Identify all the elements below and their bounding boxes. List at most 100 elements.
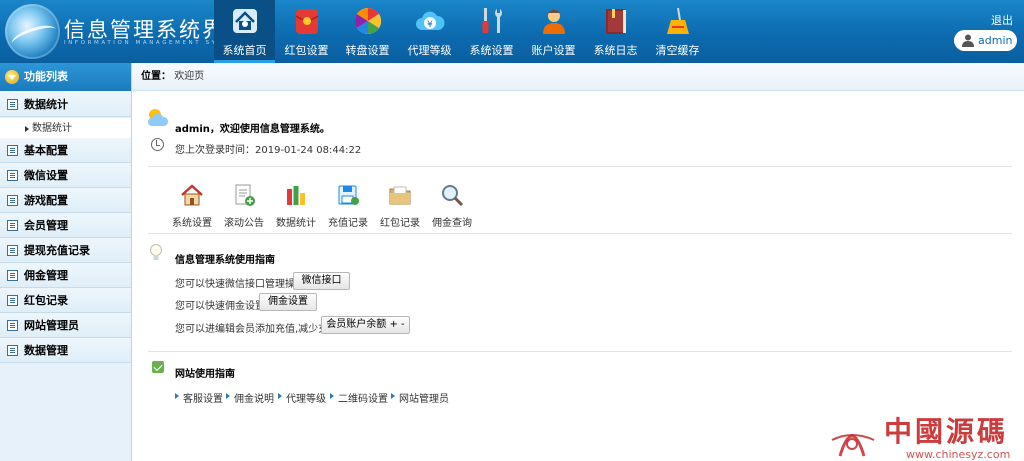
list-icon [7, 99, 18, 110]
sidebar-item-label: 提现充值记录 [24, 244, 90, 257]
breadcrumb: 位置： 欢迎页 [132, 63, 1024, 91]
yen-cloud-icon: ¥ [416, 11, 445, 30]
nav-label: 清空缓存 [655, 44, 700, 57]
list-icon [7, 170, 18, 181]
watermark-text: 中國源碼 [884, 415, 1009, 448]
list-icon [7, 245, 18, 256]
bar-chart-icon [287, 186, 305, 205]
nav-label: 系统日志 [593, 44, 638, 57]
sidebar-item-data-management[interactable]: 数据管理 [0, 338, 131, 363]
chevron-down-icon [5, 70, 19, 84]
user-badge[interactable]: admin [954, 30, 1017, 51]
quick-link-label: 红包记录 [380, 218, 420, 229]
quick-link-recharge-records[interactable]: 充值记录 [326, 183, 370, 229]
sidebar-subitem-data-stats[interactable]: 数据统计 [0, 118, 131, 140]
list-icon [7, 270, 18, 281]
sidebar-item-label: 游戏配置 [24, 194, 68, 207]
sidebar-item-label: 微信设置 [24, 169, 68, 182]
sidebar-item-label: 数据统计 [24, 98, 68, 111]
nav-label: 红包设置 [284, 44, 329, 57]
sidebar-item-label: 基本配置 [24, 144, 68, 157]
folder-icon [389, 186, 411, 205]
quick-link-red-packet-records[interactable]: 红包记录 [378, 183, 422, 229]
document-add-icon [235, 184, 255, 206]
arrow-right-icon [25, 126, 29, 132]
clock-icon [151, 138, 164, 151]
sidebar-item-label: 佣金管理 [24, 269, 68, 282]
sidebar-item-label: 网站管理员 [24, 319, 79, 332]
nav-label: 代理等级 [407, 44, 452, 57]
nav-system-settings[interactable]: 系统设置 [461, 0, 522, 63]
house-icon [181, 184, 203, 206]
nav-label: 系统设置 [469, 44, 514, 57]
sidebar-item-label: 会员管理 [24, 219, 68, 232]
list-icon [7, 145, 18, 156]
wechat-api-button[interactable]: 微信接口 [293, 272, 350, 290]
nav-label: 系统首页 [222, 44, 267, 57]
nav-account-settings[interactable]: 账户设置 [523, 0, 584, 63]
commission-settings-button[interactable]: 佣金设置 [259, 293, 317, 311]
weather-sun-icon [148, 109, 169, 126]
nav-label: 转盘设置 [345, 44, 390, 57]
divider [148, 233, 1012, 234]
sidebar-item-site-admins[interactable]: 网站管理员 [0, 313, 131, 338]
list-icon [7, 195, 18, 206]
home-icon [233, 9, 257, 33]
nav-red-packet[interactable]: 红包设置 [276, 0, 337, 63]
red-packet-icon [295, 9, 319, 34]
welcome-message: admin，欢迎使用信息管理系统。 [175, 124, 330, 135]
sidebar-item-data-stats[interactable]: 数据统计 [0, 92, 131, 117]
divider [148, 351, 1012, 352]
site-link-customer-service[interactable]: 客服设置 [175, 390, 223, 405]
sidebar-header[interactable]: 功能列表 [0, 63, 131, 91]
site-link-agent-level[interactable]: 代理等级 [278, 390, 326, 405]
list-icon [7, 320, 18, 331]
user-icon [543, 9, 565, 34]
last-login-time: 您上次登录时间：2019-01-24 08:44:22 [175, 145, 362, 156]
guide-title: 信息管理系统使用指南 [175, 255, 275, 266]
site-link-qrcode[interactable]: 二维码设置 [330, 390, 388, 405]
watermark-url: www.chinesyz.com [906, 448, 1011, 461]
list-icon [7, 345, 18, 356]
sidebar-item-game-config[interactable]: 游戏配置 [0, 188, 131, 213]
guide-row-text: 您可以快速佣金设置 [175, 301, 265, 312]
magnifier-icon [442, 185, 464, 207]
quick-link-scroll-notice[interactable]: 滚动公告 [222, 183, 266, 229]
nav-clear-cache[interactable]: 清空缓存 [647, 0, 708, 63]
top-header: 信息管理系统界面 INFORMATION MANAGEMENT SYSTEM G… [0, 0, 1024, 63]
sidebar-item-basic-config[interactable]: 基本配置 [0, 138, 131, 163]
sidebar-item-label: 红包记录 [24, 294, 68, 307]
site-link-commission-info[interactable]: 佣金说明 [226, 390, 274, 405]
guide-row-text: 您可以进编辑会员添加充值,减少充值 [175, 324, 339, 335]
quick-link-label: 充值记录 [328, 218, 368, 229]
sidebar-item-commission[interactable]: 佣金管理 [0, 263, 131, 288]
sidebar-item-label: 数据管理 [24, 344, 68, 357]
quick-link-label: 滚动公告 [224, 218, 264, 229]
quick-link-data-stats[interactable]: 数据统计 [274, 183, 318, 229]
book-icon [606, 9, 626, 34]
logo [5, 4, 60, 59]
sidebar-item-members[interactable]: 会员管理 [0, 213, 131, 238]
nav-home[interactable]: 系统首页 [214, 0, 275, 63]
sidebar-item-red-packet-records[interactable]: 红包记录 [0, 288, 131, 313]
sidebar-item-wechat[interactable]: 微信设置 [0, 163, 131, 188]
sidebar-item-withdraw-records[interactable]: 提现充值记录 [0, 238, 131, 263]
quick-link-label: 佣金查询 [432, 218, 472, 229]
member-balance-button[interactable]: 会员账户余额 + - [321, 316, 410, 334]
quick-link-label: 系统设置 [172, 218, 212, 229]
breadcrumb-current: 欢迎页 [174, 71, 205, 82]
list-icon [7, 295, 18, 306]
site-link-site-admins[interactable]: 网站管理员 [391, 390, 449, 405]
list-icon [7, 220, 18, 231]
nav-agent-level[interactable]: ¥ 代理等级 [399, 0, 460, 63]
logout-link[interactable]: 退出 [991, 12, 1013, 28]
site-guide-title: 网站使用指南 [175, 369, 235, 380]
tools-icon [482, 8, 502, 33]
svg-text:¥: ¥ [427, 20, 433, 30]
lightbulb-icon [150, 244, 162, 260]
nav-system-log[interactable]: 系统日志 [585, 0, 646, 63]
quick-link-system-settings[interactable]: 系统设置 [170, 183, 214, 229]
quick-link-commission-query[interactable]: 佣金查询 [430, 183, 474, 229]
nav-wheel[interactable]: 转盘设置 [337, 0, 398, 63]
user-icon [962, 34, 974, 47]
